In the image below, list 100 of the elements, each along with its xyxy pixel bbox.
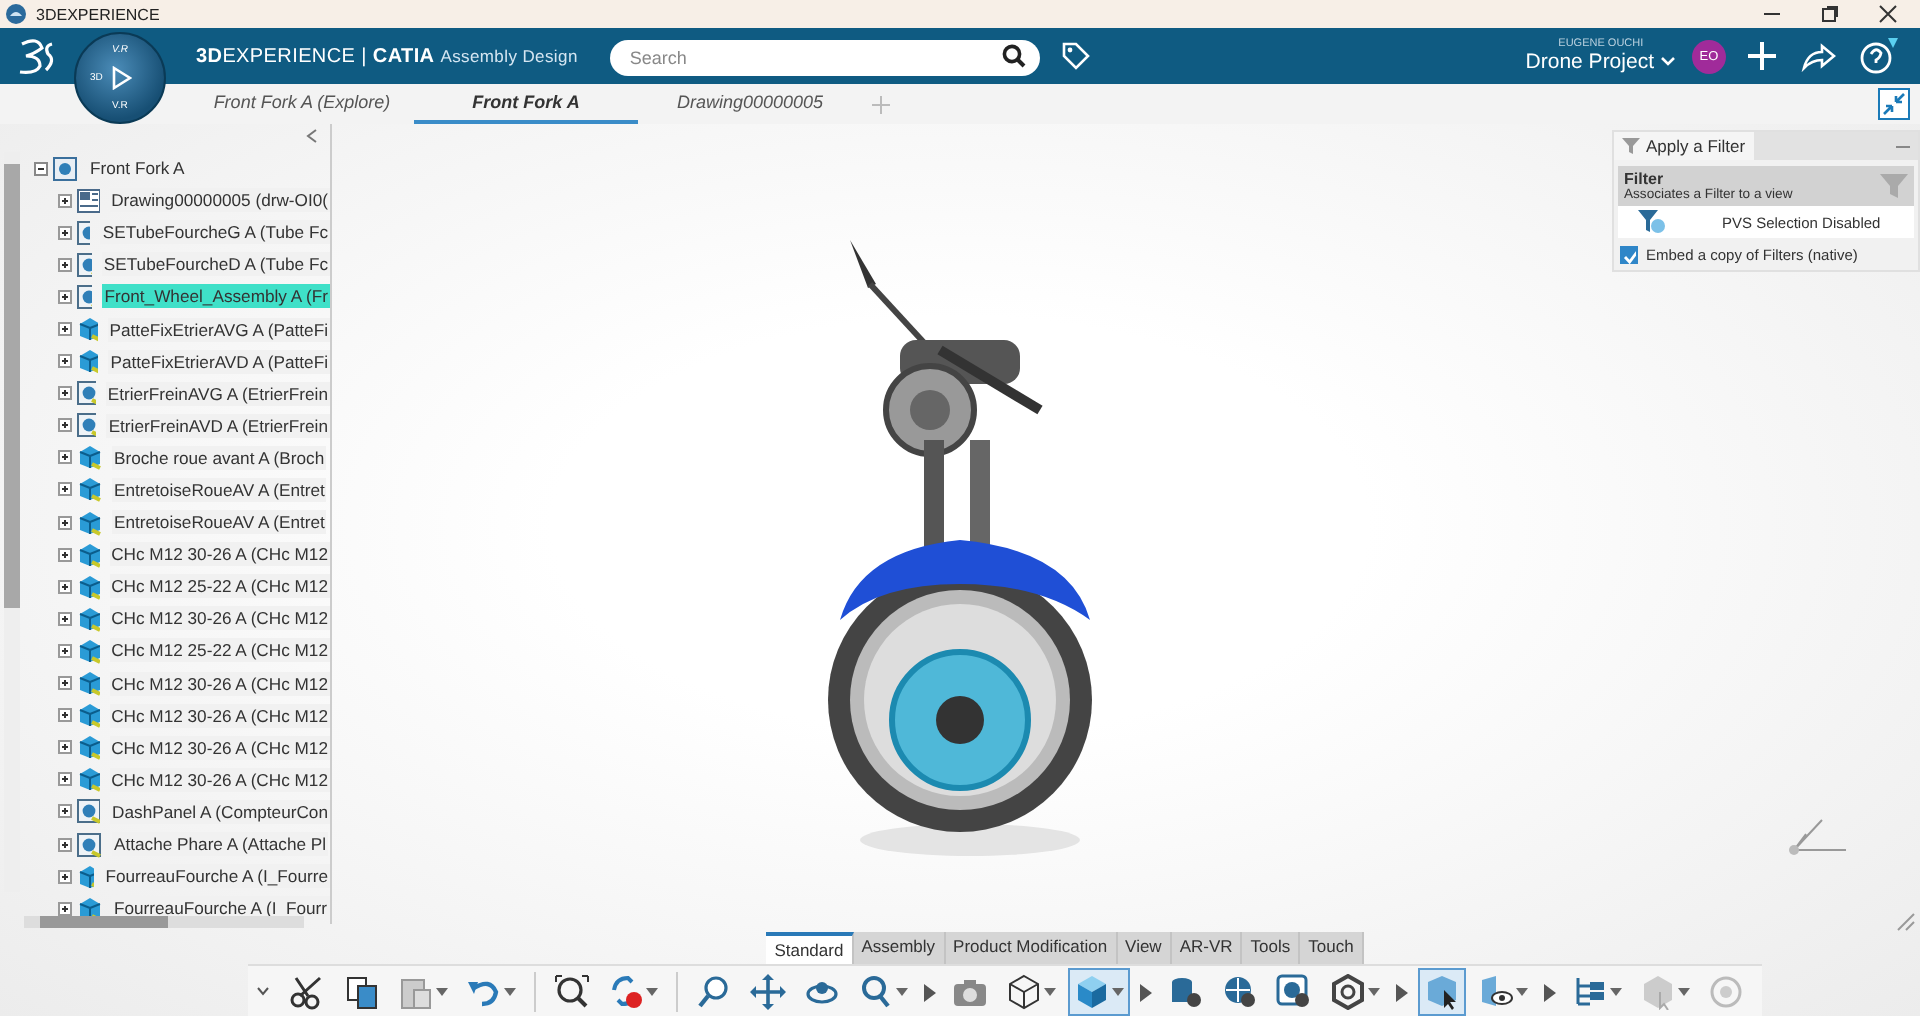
expand-arrow-icon[interactable] <box>1544 983 1556 1001</box>
plus-icon[interactable] <box>1746 40 1778 72</box>
tree-item[interactable]: CHc M12 30-26 A (CHc M12 <box>109 703 330 728</box>
tree-item[interactable]: Front_Wheel_Assembly A (Fr <box>102 284 330 309</box>
product-icon <box>76 251 92 278</box>
tree-item[interactable]: EntretoiseRoueAV A (Entret <box>112 477 327 502</box>
drawing-icon <box>76 187 100 214</box>
collapse-icon[interactable] <box>1878 88 1910 120</box>
tree-item[interactable]: SETubeFourcheD A (Tube Fc <box>101 252 330 277</box>
select-button[interactable] <box>1418 968 1466 1016</box>
part-icon <box>76 637 100 664</box>
part-icon <box>76 541 100 568</box>
document-tab[interactable]: Drawing00000005 <box>638 84 862 124</box>
tree-item[interactable]: CHc M12 25-22 A (CHc M12 <box>109 574 330 599</box>
tree-item[interactable]: CHc M12 30-26 A (CHc M12 <box>109 671 330 696</box>
search-icon[interactable] <box>1001 44 1026 68</box>
tree-item[interactable]: PatteFixEtrierAVG A (PatteFi <box>107 317 330 342</box>
expander[interactable] <box>58 869 72 884</box>
tree-item[interactable]: EntretoiseRoueAV A (Entret <box>112 510 327 535</box>
part-icon <box>76 316 98 343</box>
tree-item[interactable]: CHc M12 30-26 A (CHc M12 <box>109 606 330 631</box>
tree-item[interactable]: CHc M12 25-22 A (CHc M12 <box>109 638 330 663</box>
part-icon <box>76 573 100 600</box>
part-icon <box>76 476 102 503</box>
part-icon <box>76 605 100 632</box>
checkbox[interactable] <box>1620 246 1638 264</box>
expander[interactable] <box>58 547 72 562</box>
share-icon[interactable] <box>1800 40 1836 72</box>
scrollbar-thumb[interactable] <box>40 916 168 928</box>
expander[interactable] <box>58 322 72 337</box>
funnel-icon <box>1880 174 1908 198</box>
select-icon <box>1424 974 1460 1010</box>
refresh-icon <box>608 974 644 1010</box>
product-icon <box>76 219 91 246</box>
expand-arrow-icon[interactable] <box>1396 983 1408 1001</box>
tree-item[interactable]: CHc M12 30-26 A (CHc M12 <box>109 735 330 760</box>
wireframe-icon <box>1006 974 1042 1010</box>
database-icon <box>1168 974 1204 1010</box>
tree-item[interactable]: DashPanel A (CompteurCon <box>110 799 330 824</box>
expander[interactable] <box>58 450 72 465</box>
expander[interactable] <box>58 225 72 240</box>
expander[interactable] <box>58 515 72 530</box>
expander[interactable] <box>58 643 72 658</box>
expander[interactable] <box>58 193 72 208</box>
expand-arrow-icon[interactable] <box>924 983 936 1001</box>
expander[interactable] <box>58 740 72 755</box>
expander[interactable] <box>58 482 72 497</box>
expander[interactable] <box>58 289 72 304</box>
tree-item[interactable]: Drawing00000005 (drw-OI0( <box>109 188 330 213</box>
document-tab[interactable]: Front Fork A (Explore) <box>190 84 414 124</box>
tree-item[interactable]: PatteFixEtrierAVD A (PatteFi <box>108 349 330 374</box>
tree-item[interactable]: Broche roue avant A (Broch <box>112 445 327 470</box>
expander[interactable] <box>58 901 72 916</box>
expander[interactable] <box>58 611 72 626</box>
close-icon[interactable] <box>1878 4 1898 24</box>
tree-item[interactable]: FourreauFourche A (I_Fourre <box>103 864 330 889</box>
expander[interactable] <box>58 708 72 723</box>
resize-handle-icon[interactable] <box>1896 912 1916 932</box>
help-icon[interactable] <box>1858 38 1898 74</box>
collapse-tree-icon[interactable] <box>306 128 318 144</box>
app-title: 3DEXPERIENCE | CATIA Assembly Design <box>196 45 578 67</box>
expander[interactable] <box>58 257 72 272</box>
tree-item[interactable]: EtrierFreinAVD A (EtrierFrein <box>106 413 330 438</box>
part-icon <box>76 766 100 793</box>
panel-tab[interactable]: Apply a Filter <box>1614 132 1754 160</box>
search-icon <box>858 974 894 1010</box>
cube-icon <box>1074 974 1110 1010</box>
tree-item[interactable]: EtrierFreinAVG A (EtrierFrein <box>105 381 330 406</box>
search-field[interactable]: Search <box>609 40 1040 76</box>
product-icon <box>76 412 97 439</box>
tree-item[interactable]: CHc M12 30-26 A (CHc M12 <box>109 767 330 792</box>
expander[interactable] <box>58 804 72 819</box>
option-title: Filter <box>1624 170 1666 188</box>
expander[interactable] <box>58 386 72 401</box>
window-title: 3DEXPERIENCE <box>36 5 160 23</box>
tree-item[interactable]: CHc M12 30-26 A (CHc M12 <box>109 542 330 567</box>
cube-button[interactable] <box>1068 968 1130 1016</box>
visibility-icon <box>1478 974 1514 1010</box>
tree-item[interactable]: Attache Phare A (Attache Pl <box>112 832 329 857</box>
horizontal-scrollbar[interactable] <box>24 916 304 928</box>
hexagon-icon <box>1330 974 1366 1010</box>
part-icon <box>76 702 100 729</box>
tree-item[interactable]: Front Fork A <box>88 156 187 181</box>
tag-icon[interactable] <box>1059 40 1092 72</box>
assembly-icon <box>52 155 78 182</box>
workbench-tab[interactable]: Standard <box>766 932 854 964</box>
tree-item[interactable]: SETubeFourcheG A (Tube Fc <box>100 220 330 245</box>
expander[interactable] <box>58 772 72 787</box>
expander[interactable] <box>58 418 72 433</box>
part-icon <box>76 444 102 471</box>
expand-arrow-icon[interactable] <box>1140 983 1152 1001</box>
expander[interactable] <box>58 676 72 691</box>
scrollbar-thumb[interactable] <box>4 164 20 608</box>
expander[interactable] <box>58 579 72 594</box>
project-selector[interactable]: Drone Project <box>1525 50 1676 74</box>
expander[interactable] <box>58 837 72 852</box>
filter-disabled-icon <box>1638 210 1666 234</box>
expander[interactable] <box>34 161 48 176</box>
expander[interactable] <box>58 354 72 369</box>
restore-icon[interactable] <box>1820 4 1840 24</box>
